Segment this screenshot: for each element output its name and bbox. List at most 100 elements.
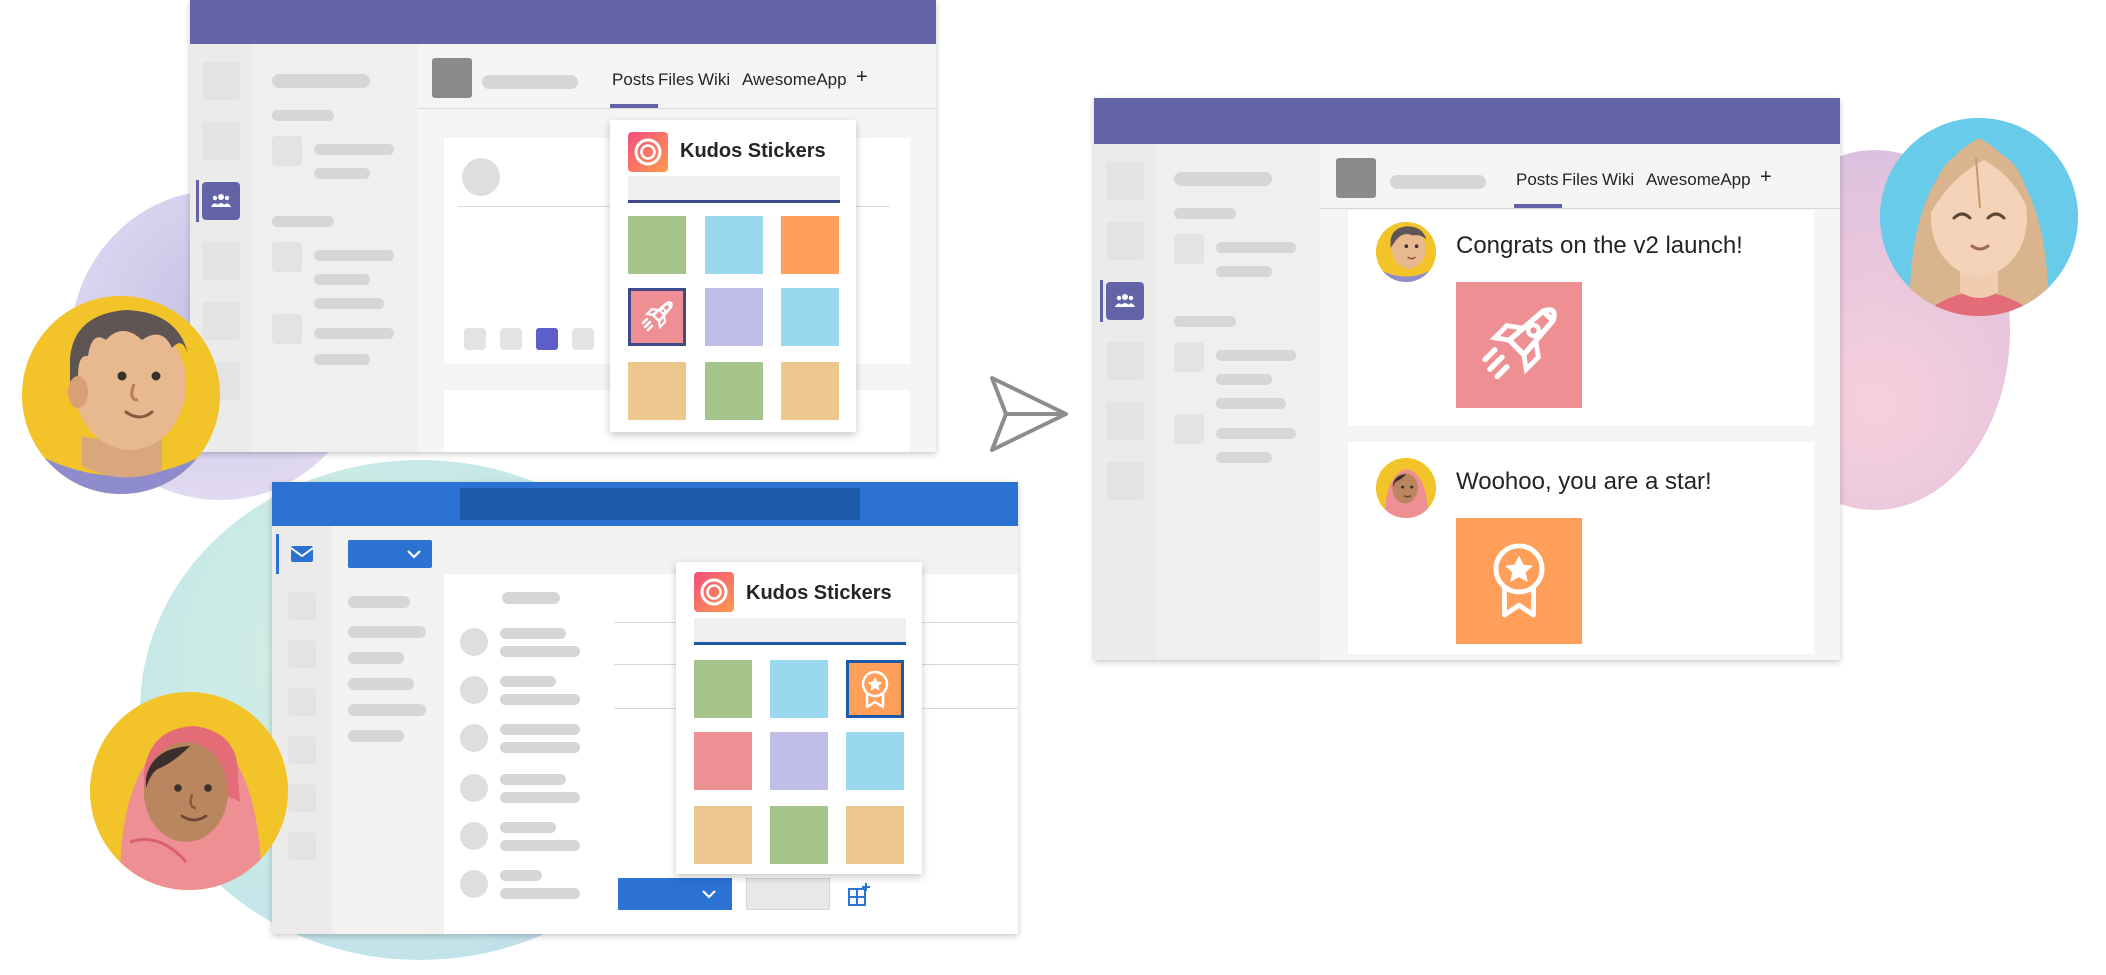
rail-item[interactable] <box>1106 462 1144 500</box>
outlook-search-bar[interactable] <box>460 488 860 520</box>
send-dropdown-button[interactable] <box>618 878 732 910</box>
add-in-grid-icon <box>848 883 870 906</box>
rail-item[interactable] <box>288 832 316 860</box>
rail-item[interactable] <box>288 736 316 764</box>
sticker-tile[interactable] <box>781 216 839 274</box>
list-placeholder <box>314 274 370 285</box>
author-avatar-placeholder <box>462 158 500 196</box>
rail-active-indicator <box>1100 280 1103 322</box>
list-placeholder <box>1216 428 1296 439</box>
sticker-tile-selected[interactable] <box>846 660 904 718</box>
message-author-avatar <box>1376 222 1436 282</box>
list-placeholder <box>314 144 394 155</box>
channel-avatar <box>1336 158 1376 198</box>
teams-title-bar <box>1094 98 1840 144</box>
sticker-search-input[interactable] <box>694 618 906 645</box>
teams-window-conversation: Posts Files Wiki AwesomeApp + Congrats o… <box>1094 98 1840 660</box>
team-name-placeholder <box>272 74 370 88</box>
sticker-tile[interactable] <box>705 216 763 274</box>
sticker-tile[interactable] <box>705 362 763 420</box>
tab-wiki[interactable]: Wiki <box>698 70 730 90</box>
sticker-tile[interactable] <box>628 216 686 274</box>
sender-avatar <box>460 774 488 802</box>
list-item-icon <box>272 242 302 272</box>
header-divider <box>1320 208 1840 209</box>
rail-item[interactable] <box>202 62 240 100</box>
teams-icon <box>211 194 231 207</box>
sticker-tile[interactable] <box>770 660 828 718</box>
sticker-tile[interactable] <box>694 732 752 790</box>
list-placeholder <box>1216 266 1272 277</box>
rail-item[interactable] <box>1106 402 1144 440</box>
rail-item[interactable] <box>202 242 240 280</box>
add-in-button[interactable] <box>846 880 874 908</box>
rail-item[interactable] <box>1106 342 1144 380</box>
sticker-tile[interactable] <box>705 288 763 346</box>
rail-item[interactable] <box>1106 162 1144 200</box>
sticker-tile[interactable] <box>846 732 904 790</box>
send-icon <box>990 376 1068 452</box>
list-item-icon <box>1174 234 1204 264</box>
chevron-down-icon <box>702 890 716 899</box>
chevron-down-icon <box>407 550 421 559</box>
sticker-tile[interactable] <box>781 362 839 420</box>
rail-item-teams[interactable] <box>202 182 240 220</box>
sticker-tile-selected[interactable] <box>628 288 686 346</box>
rocket-icon <box>1482 307 1557 380</box>
tab-awesomeapp[interactable]: AwesomeApp <box>1646 170 1751 190</box>
sticker-search-input[interactable] <box>628 176 840 203</box>
message-preview <box>500 742 580 753</box>
compose-tool[interactable] <box>464 328 486 350</box>
compose-tool[interactable] <box>572 328 594 350</box>
sticker-tile[interactable] <box>770 806 828 864</box>
message-preview <box>500 646 580 657</box>
message-preview <box>500 870 542 881</box>
sticker-tile[interactable] <box>770 732 828 790</box>
add-tab-button[interactable]: + <box>1760 166 1772 189</box>
sticker-tile[interactable] <box>694 660 752 718</box>
sticker-tile[interactable] <box>846 806 904 864</box>
sticker-tile[interactable] <box>781 288 839 346</box>
rail-item[interactable] <box>288 592 316 620</box>
rail-item[interactable] <box>202 302 240 340</box>
channel-title-placeholder <box>482 75 578 89</box>
folder-placeholder <box>348 678 414 690</box>
rail-item[interactable] <box>288 640 316 668</box>
sticker-tile[interactable] <box>628 362 686 420</box>
new-mail-dropdown-button[interactable] <box>348 540 432 568</box>
add-tab-button[interactable]: + <box>856 66 868 89</box>
rail-item[interactable] <box>288 784 316 812</box>
list-placeholder <box>1174 316 1236 327</box>
message-preview <box>500 888 580 899</box>
discard-button[interactable] <box>746 878 830 910</box>
compose-tool[interactable] <box>500 328 522 350</box>
man-avatar-icon <box>1376 222 1436 282</box>
tab-wiki[interactable]: Wiki <box>1602 170 1634 190</box>
header-divider <box>418 108 936 109</box>
tab-awesomeapp[interactable]: AwesomeApp <box>742 70 847 90</box>
tab-posts[interactable]: Posts <box>612 70 655 90</box>
man-avatar-icon <box>22 296 220 494</box>
rail-item-mail[interactable] <box>286 538 318 570</box>
rail-item[interactable] <box>288 688 316 716</box>
tab-files[interactable]: Files <box>1562 170 1598 190</box>
message-sticker <box>1456 282 1582 408</box>
sticker-picker-outlook: Kudos Stickers <box>676 562 922 874</box>
rail-item-teams[interactable] <box>1106 282 1144 320</box>
avatar-woman-hijab <box>90 692 288 890</box>
list-placeholder <box>1216 374 1272 385</box>
tab-posts[interactable]: Posts <box>1516 170 1559 190</box>
list-placeholder <box>1216 452 1272 463</box>
rail-item[interactable] <box>202 122 240 160</box>
sticker-tile[interactable] <box>694 806 752 864</box>
compose-tool-active[interactable] <box>536 328 558 350</box>
kudos-logo-icon <box>628 132 668 172</box>
teams-title-bar <box>190 0 936 44</box>
message-text: Congrats on the v2 launch! <box>1456 232 1743 259</box>
message-preview <box>500 774 566 785</box>
rail-item[interactable] <box>1106 222 1144 260</box>
message-preview <box>500 694 580 705</box>
folder-placeholder <box>348 652 404 664</box>
rail-active-indicator <box>196 180 199 222</box>
tab-files[interactable]: Files <box>658 70 694 90</box>
